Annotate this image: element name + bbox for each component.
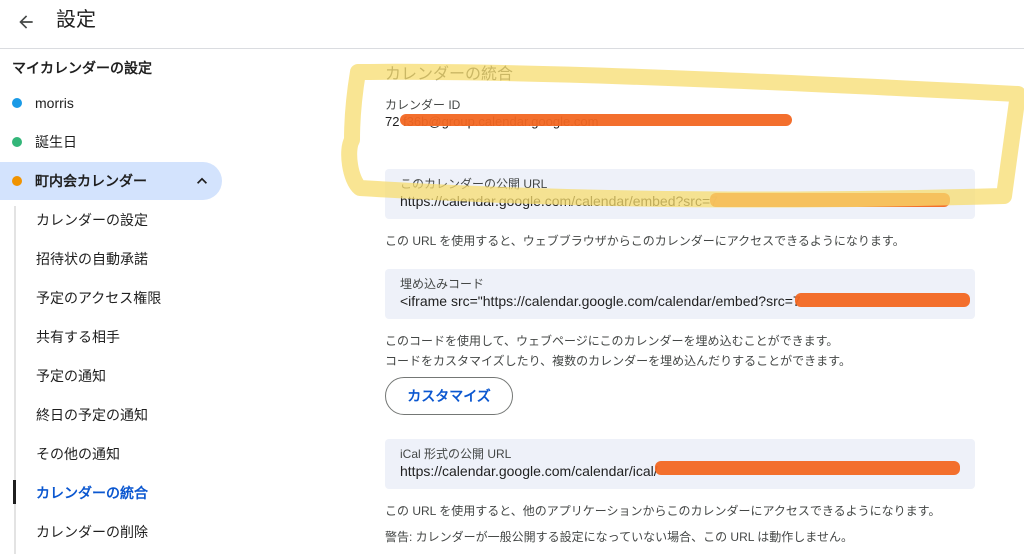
- calendar-label: morris: [35, 95, 74, 111]
- calendar-color-dot: [12, 137, 22, 147]
- customize-button[interactable]: カスタマイズ: [385, 377, 513, 415]
- sidebar-item-integrate-calendar[interactable]: カレンダーの統合: [36, 483, 148, 503]
- calendar-color-dot: [12, 98, 22, 108]
- calendar-color-dot: [12, 176, 22, 186]
- redaction-mark: [655, 461, 960, 475]
- sidebar-item-allday-notifications[interactable]: 終日の予定の通知: [36, 405, 148, 425]
- sidebar: マイカレンダーの設定 morris 誕生日 町内会カレンダー カレンダーの設定 …: [0, 48, 340, 554]
- embed-code-value[interactable]: <iframe src="https://calendar.google.com…: [400, 293, 801, 309]
- public-url-note: この URL を使用すると、ウェブブラウザからこのカレンダーにアクセスできるよう…: [385, 234, 905, 248]
- back-arrow-icon[interactable]: [12, 8, 40, 36]
- sidebar-item-calendar-settings[interactable]: カレンダーの設定: [36, 210, 148, 230]
- calendar-id-label: カレンダー ID: [385, 98, 461, 112]
- sidebar-item-share-with[interactable]: 共有する相手: [36, 327, 120, 347]
- ical-url-label: iCal 形式の公開 URL: [400, 447, 512, 461]
- ical-url-value[interactable]: https://calendar.google.com/calendar/ica…: [400, 463, 658, 479]
- embed-code-note-2: コードをカスタマイズしたり、複数のカレンダーを埋め込んだりすることができます。: [385, 354, 851, 368]
- main-content: カレンダーの統合 カレンダー ID 72 f36b@group.calendar…: [340, 48, 1024, 554]
- public-url-value[interactable]: https://calendar.google.com/calendar/emb…: [400, 193, 718, 209]
- section-title: カレンダーの統合: [385, 66, 514, 83]
- sidebar-item-delete-calendar[interactable]: カレンダーの削除: [36, 522, 148, 542]
- ical-url-warning: 警告: カレンダーが一般公開する設定になっていない場合、この URL は動作しま…: [385, 530, 853, 544]
- sidebar-item-other-notifications[interactable]: その他の通知: [36, 444, 120, 464]
- sidebar-calendar-birthdays[interactable]: 誕生日: [0, 123, 222, 161]
- redaction-mark: [710, 193, 950, 207]
- my-calendars-heading: マイカレンダーの設定: [12, 60, 152, 76]
- redaction-mark: [400, 114, 792, 126]
- sidebar-item-event-notifications[interactable]: 予定の通知: [36, 366, 106, 386]
- page-title: 設定: [56, 9, 96, 31]
- calendar-label: 町内会カレンダー: [35, 173, 147, 189]
- sidebar-item-auto-accept[interactable]: 招待状の自動承諾: [36, 249, 148, 269]
- sidebar-calendar-neighborhood[interactable]: 町内会カレンダー: [0, 162, 222, 200]
- embed-code-note: このコードを使用して、ウェブページにこのカレンダーを埋め込むことができます。: [385, 334, 839, 348]
- redaction-mark: [795, 293, 970, 307]
- sidebar-item-access-permissions[interactable]: 予定のアクセス権限: [36, 288, 161, 308]
- chevron-up-icon[interactable]: [192, 171, 212, 191]
- selected-indicator: [13, 480, 16, 504]
- embed-code-label: 埋め込みコード: [400, 277, 485, 291]
- sidebar-calendar-morris[interactable]: morris: [0, 84, 222, 122]
- top-bar: 設定: [0, 0, 1024, 49]
- public-url-label: このカレンダーの公開 URL: [400, 177, 548, 191]
- calendar-label: 誕生日: [35, 134, 77, 150]
- ical-url-note: この URL を使用すると、他のアプリケーションからこのカレンダーにアクセスでき…: [385, 504, 941, 518]
